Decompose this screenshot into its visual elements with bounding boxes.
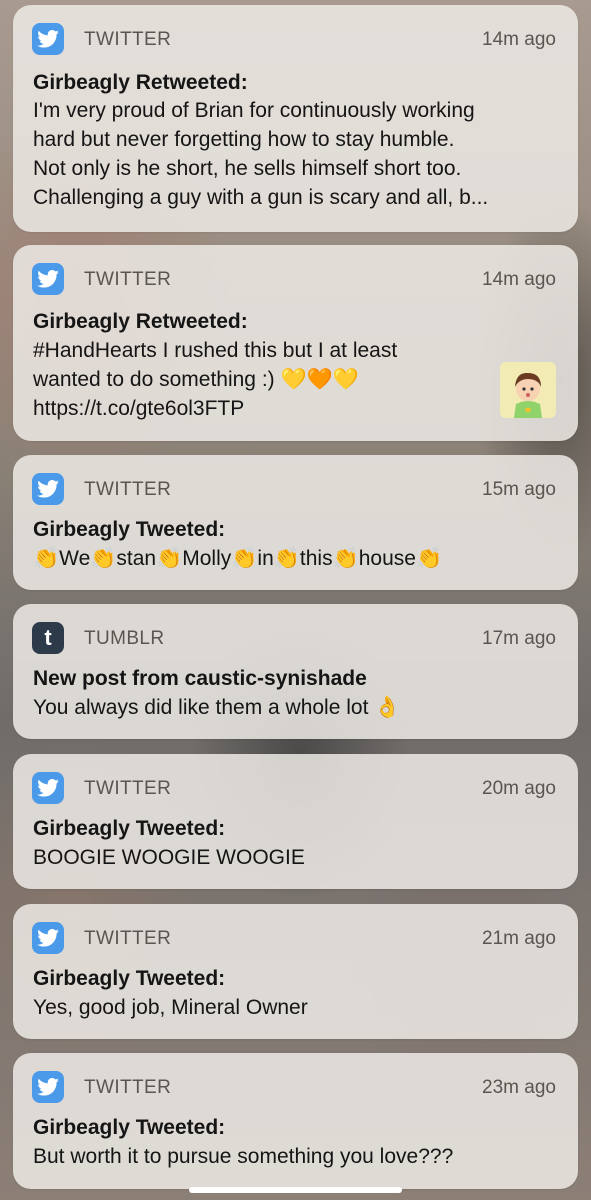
body-line: But worth it to pursue something you lov…: [33, 1145, 454, 1168]
timestamp: 17m ago: [482, 628, 556, 649]
notification-card[interactable]: TWITTER 15m ago Girbeagly Tweeted: 👏We👏s…: [13, 455, 578, 590]
notification-header: TWITTER 14m ago: [32, 262, 556, 298]
timestamp: 23m ago: [482, 1077, 556, 1098]
twitter-bird-icon: [32, 263, 64, 295]
notification-header: t TUMBLR 17m ago: [32, 621, 556, 657]
notification-title: Girbeagly Tweeted:: [33, 1116, 226, 1139]
app-name: TUMBLR: [84, 628, 165, 649]
app-name: TWITTER: [84, 479, 172, 500]
body-line: 👏We👏stan👏Molly👏in👏this👏house👏: [33, 547, 443, 570]
timestamp: 15m ago: [482, 479, 556, 500]
notification-body: But worth it to pursue something you lov…: [33, 1142, 556, 1171]
notification-header: TWITTER 15m ago: [32, 472, 556, 508]
app-name: TWITTER: [84, 778, 172, 799]
notification-body: You always did like them a whole lot 👌: [33, 693, 556, 722]
body-line: Challenging a guy with a gun is scary an…: [33, 186, 489, 209]
body-line: I'm very proud of Brian for continuously…: [33, 99, 475, 122]
twitter-bird-icon: [32, 23, 64, 55]
notification-title: Girbeagly Tweeted:: [33, 518, 226, 541]
body-line: Yes, good job, Mineral Owner: [33, 996, 308, 1019]
notification-card[interactable]: TWITTER 14m ago Girbeagly Retweeted: #Ha…: [13, 245, 578, 441]
notification-card[interactable]: TWITTER 21m ago Girbeagly Tweeted: Yes, …: [13, 904, 578, 1039]
app-name: TWITTER: [84, 29, 172, 50]
notification-body: #HandHearts I rushed this but I at least…: [33, 336, 478, 423]
body-line: #HandHearts I rushed this but I at least: [33, 339, 398, 362]
notification-title: New post from caustic-synishade: [33, 667, 367, 690]
home-indicator[interactable]: [189, 1187, 402, 1193]
notification-card[interactable]: TWITTER 23m ago Girbeagly Tweeted: But w…: [13, 1053, 578, 1189]
timestamp: 14m ago: [482, 269, 556, 290]
tumblr-t-icon: t: [32, 622, 64, 654]
notification-body: I'm very proud of Brian for continuously…: [33, 96, 556, 212]
app-name: TWITTER: [84, 1077, 172, 1098]
twitter-bird-icon: [32, 473, 64, 505]
timestamp: 20m ago: [482, 778, 556, 799]
app-name: TWITTER: [84, 269, 172, 290]
twitter-bird-icon: [32, 1071, 64, 1103]
notification-card[interactable]: TWITTER 20m ago Girbeagly Tweeted: BOOGI…: [13, 754, 578, 889]
timestamp: 21m ago: [482, 928, 556, 949]
notification-title: Girbeagly Tweeted:: [33, 817, 226, 840]
timestamp: 14m ago: [482, 29, 556, 50]
notification-body: BOOGIE WOOGIE WOOGIE: [33, 843, 556, 872]
body-line: wanted to do something :) 💛🧡💛: [33, 368, 359, 391]
app-name: TWITTER: [84, 928, 172, 949]
notification-header: TWITTER 21m ago: [32, 921, 556, 957]
body-line: hard but never forgetting how to stay hu…: [33, 128, 455, 151]
body-line: BOOGIE WOOGIE WOOGIE: [33, 846, 305, 869]
notification-title: Girbeagly Retweeted:: [33, 310, 248, 333]
notification-card[interactable]: t TUMBLR 17m ago New post from caustic-s…: [13, 604, 578, 739]
body-line: https://t.co/gte6ol3FTP: [33, 397, 245, 420]
notification-body: Yes, good job, Mineral Owner: [33, 993, 556, 1022]
twitter-bird-icon: [32, 922, 64, 954]
body-line: Not only is he short, he sells himself s…: [33, 157, 462, 180]
notification-title: Girbeagly Retweeted:: [33, 71, 248, 94]
notification-header: TWITTER 23m ago: [32, 1070, 556, 1106]
notification-body: 👏We👏stan👏Molly👏in👏this👏house👏: [33, 544, 556, 573]
notification-header: TWITTER 20m ago: [32, 771, 556, 807]
cartoon-avatar-thumbnail: [500, 362, 556, 418]
notification-title: Girbeagly Tweeted:: [33, 967, 226, 990]
notification-header: TWITTER 14m ago: [32, 22, 556, 58]
notification-card[interactable]: TWITTER 14m ago Girbeagly Retweeted: I'm…: [13, 5, 578, 232]
body-line: You always did like them a whole lot 👌: [33, 696, 401, 719]
twitter-bird-icon: [32, 772, 64, 804]
